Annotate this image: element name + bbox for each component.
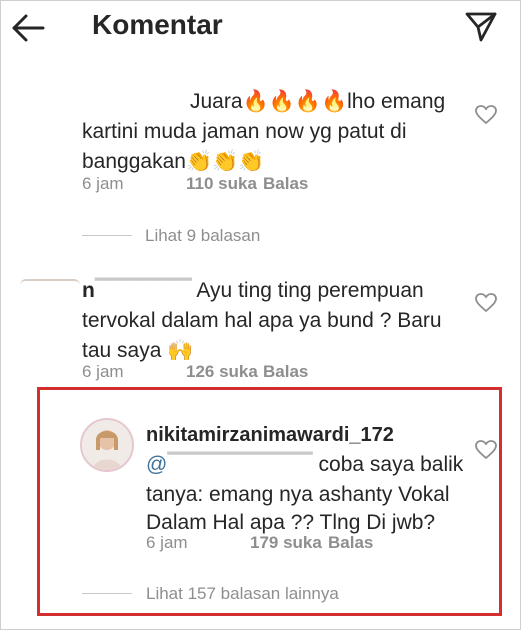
comment-3-view-replies[interactable]: Lihat 157 balasan lainnya (146, 584, 339, 604)
comment-2-meta: 6 jam 126 suka Balas (82, 362, 308, 382)
comment-3-text-a: coba saya balik (318, 453, 464, 476)
clap-emoji: 👏👏👏 (185, 150, 265, 173)
comment-1-likes[interactable]: 110 suka (186, 174, 263, 194)
fire-emoji: 🔥🔥🔥🔥 (242, 90, 348, 113)
comment-2-text-a: Ayu ting ting perempuan (196, 279, 424, 302)
send-paper-plane-icon (465, 12, 497, 42)
comment-1-text-b: lho emang (347, 90, 446, 113)
page-title: Komentar (92, 9, 223, 40)
comment-2-username[interactable]: n (82, 279, 95, 302)
send-button[interactable] (463, 8, 499, 44)
redacted-mention: ▔▔▔▔▔▔▔▔▔ (167, 453, 313, 476)
comment-1-meta: 6 jam 110 suka Balas (82, 174, 308, 194)
comment-1-view-replies[interactable]: Lihat 9 balasan (145, 226, 260, 246)
back-button[interactable] (10, 10, 46, 46)
comment-1-reply-button[interactable]: Balas (263, 174, 308, 194)
comment-3-likes[interactable]: 179 suka (250, 533, 328, 553)
comment-2-reply-button[interactable]: Balas (263, 362, 308, 382)
comment-1-time: 6 jam (82, 174, 124, 193)
heart-icon[interactable] (475, 105, 497, 125)
comment-2-text-c: tau saya (82, 339, 162, 362)
profile-photo-icon (82, 420, 132, 470)
comment-3-mention[interactable]: @ (146, 453, 167, 476)
replies-divider (82, 593, 132, 594)
comment-3-time: 6 jam (146, 533, 188, 552)
heart-icon[interactable] (475, 293, 497, 313)
arrow-left-icon (12, 14, 45, 42)
comment-1-line-2: kartini muda jaman now yg patut di (82, 120, 407, 143)
comment-2-likes[interactable]: 126 suka (186, 362, 263, 382)
replies-divider (82, 235, 132, 236)
comment-1-text-a: Juara (190, 90, 243, 113)
comment-3-line-2: tanya: emang nya ashanty Vokal (146, 483, 450, 506)
comment-1-text-c: banggakan (82, 150, 186, 173)
comment-3-line-1: @▔▔▔▔▔▔▔▔▔ coba saya balik (146, 450, 463, 480)
heart-icon[interactable] (475, 440, 497, 460)
redacted-username: ▔▔▔▔▔▔ (94, 279, 192, 302)
comment-1-line-1: Juara🔥🔥🔥🔥lho emang (190, 87, 445, 117)
comment-2-line-1: n▔▔▔▔▔▔ Ayu ting ting perempuan (82, 276, 424, 306)
comment-2-time: 6 jam (82, 362, 124, 381)
header: Komentar (0, 0, 521, 56)
comment-3-reply-button[interactable]: Balas (328, 533, 373, 553)
avatar[interactable] (80, 418, 134, 472)
comment-1-line-3: banggakan👏👏👏 (82, 147, 264, 177)
avatar[interactable] (20, 279, 80, 285)
comment-3-username[interactable]: nikitamirzanimawardi_172 (146, 420, 394, 450)
comment-2-line-2: tervokal dalam hal apa ya bund ? Baru (82, 309, 442, 332)
comment-3-meta: 6 jam 179 suka Balas (146, 533, 373, 553)
